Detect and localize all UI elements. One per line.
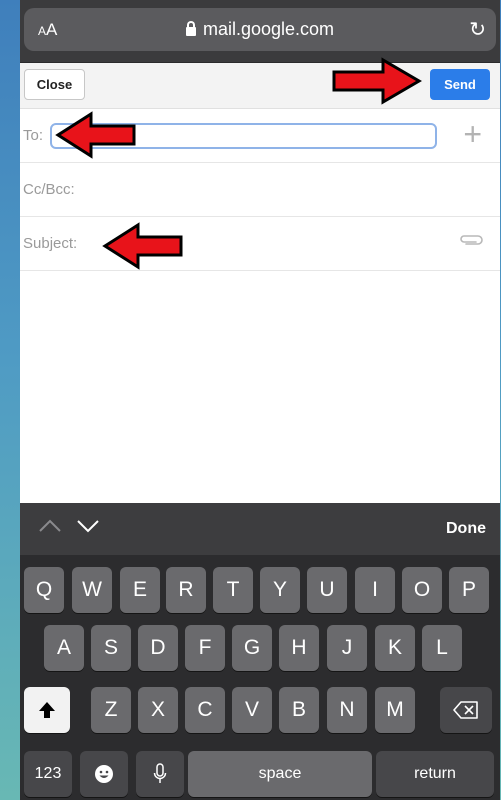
compose-toolbar: Close Send xyxy=(20,63,500,109)
key-m[interactable]: M xyxy=(375,687,415,733)
arrow-to-send xyxy=(332,57,422,105)
plus-icon[interactable]: + xyxy=(463,118,482,150)
previous-field-icon[interactable] xyxy=(38,519,62,533)
send-button[interactable]: Send xyxy=(430,69,490,100)
key-a[interactable]: A xyxy=(44,625,84,671)
url-text: mail.google.com xyxy=(202,19,335,39)
backspace-icon xyxy=(453,701,478,719)
key-f[interactable]: F xyxy=(185,625,225,671)
ccbcc-label: Cc/Bcc: xyxy=(23,181,75,198)
key-g[interactable]: G xyxy=(232,625,272,671)
key-j[interactable]: J xyxy=(327,625,367,671)
key-q[interactable]: Q xyxy=(24,567,64,613)
key-r[interactable]: R xyxy=(166,567,206,613)
key-d[interactable]: D xyxy=(138,625,178,671)
key-p[interactable]: P xyxy=(449,567,489,613)
key-w[interactable]: W xyxy=(72,567,112,613)
reload-icon[interactable]: ↻ xyxy=(469,17,486,42)
to-label: To: xyxy=(23,127,44,144)
subject-row[interactable]: Subject: xyxy=(20,217,500,271)
url-display[interactable]: mail.google.com xyxy=(24,19,496,40)
ccbcc-row[interactable]: Cc/Bcc: xyxy=(20,163,500,217)
key-t[interactable]: T xyxy=(213,567,253,613)
dictation-key[interactable] xyxy=(136,751,184,797)
emoji-key[interactable] xyxy=(80,751,128,797)
shift-key[interactable] xyxy=(24,687,70,733)
on-screen-keyboard: Q W E R T Y U I O P A S D F G H J K L Z … xyxy=(20,555,500,800)
close-button[interactable]: Close xyxy=(24,69,85,100)
key-h[interactable]: H xyxy=(279,625,319,671)
key-u[interactable]: U xyxy=(307,567,347,613)
key-c[interactable]: C xyxy=(185,687,225,733)
key-z[interactable]: Z xyxy=(91,687,131,733)
emoji-icon xyxy=(95,765,113,783)
lock-icon xyxy=(185,21,196,36)
paperclip-icon[interactable] xyxy=(458,233,484,247)
numbers-key[interactable]: 123 xyxy=(24,751,72,797)
key-s[interactable]: S xyxy=(91,625,131,671)
key-k[interactable]: K xyxy=(375,625,415,671)
arrow-to-recipient-field xyxy=(55,111,136,159)
arrow-to-subject xyxy=(102,222,183,270)
return-key[interactable]: return xyxy=(376,751,494,797)
keyboard-accessory-bar: Done xyxy=(20,503,500,555)
key-x[interactable]: X xyxy=(138,687,178,733)
shift-icon xyxy=(39,702,55,718)
microphone-icon xyxy=(153,763,167,783)
key-o[interactable]: O xyxy=(402,567,442,613)
browser-address-bar: AA mail.google.com ↻ xyxy=(20,0,500,63)
key-b[interactable]: B xyxy=(279,687,319,733)
space-key[interactable]: space xyxy=(188,751,372,797)
done-button[interactable]: Done xyxy=(446,520,486,538)
key-e[interactable]: E xyxy=(120,567,160,613)
key-v[interactable]: V xyxy=(232,687,272,733)
key-l[interactable]: L xyxy=(422,625,462,671)
key-y[interactable]: Y xyxy=(260,567,300,613)
url-field[interactable]: AA mail.google.com ↻ xyxy=(24,8,496,51)
key-n[interactable]: N xyxy=(327,687,367,733)
subject-label: Subject: xyxy=(23,235,78,252)
backspace-key[interactable] xyxy=(440,687,492,733)
next-field-icon[interactable] xyxy=(76,519,100,533)
key-i[interactable]: I xyxy=(355,567,395,613)
